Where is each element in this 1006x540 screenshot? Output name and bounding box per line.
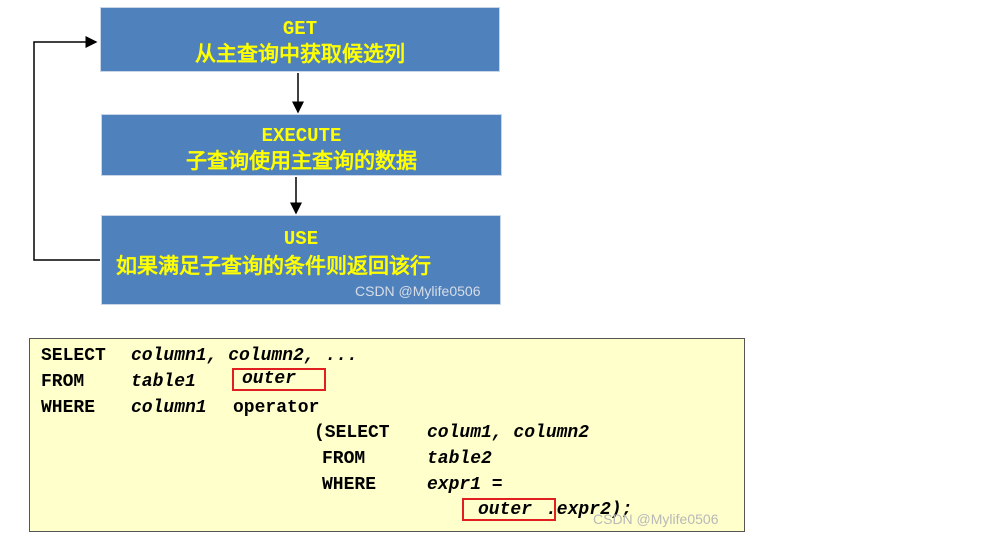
code-subwhere-kw: WHERE	[322, 475, 377, 495]
code-subselect-cols-text: colum1, column2	[427, 423, 590, 443]
watermark-bottom: CSDN @Mylife0506	[593, 511, 719, 527]
code-outer-ref: outer	[478, 500, 532, 520]
step-execute-box: EXECUTE 子查询使用主查询的数据	[101, 114, 502, 176]
code-subwhere-expr-text: expr1 =	[427, 475, 503, 495]
code-select-cols-text: column1, column2, ...	[131, 346, 358, 366]
code-from-table: table1	[131, 372, 196, 392]
code-subselect-kw: (SELECT	[314, 423, 390, 443]
code-outer-alias: outer	[242, 369, 296, 389]
code-subselect-cols: colum1, column2	[427, 423, 589, 443]
code-where-col: column1	[131, 398, 207, 418]
code-subfrom-table-text: table2	[427, 449, 492, 469]
code-from-kw: FROM	[41, 372, 85, 392]
code-subfrom-table: table2	[427, 449, 492, 469]
code-subwhere-expr: expr1 =	[427, 475, 503, 495]
code-select-kw: SELECT	[41, 346, 106, 366]
code-where-col-text: column1	[131, 398, 207, 418]
code-where-kw: WHERE	[41, 398, 96, 418]
step-get-keyword: GET	[282, 18, 318, 40]
step-get-box: GET 从主查询中获取候选列	[100, 7, 500, 72]
watermark-top: CSDN @Mylife0506	[355, 283, 481, 299]
code-outer-ref-text: outer	[478, 500, 533, 520]
code-from-table-text: table1	[131, 372, 196, 392]
code-outer-alias-text: outer	[242, 369, 297, 389]
arrow-loop-back	[33, 36, 100, 261]
code-subfrom-kw: FROM	[322, 449, 366, 469]
step-execute-keyword: EXECUTE	[261, 125, 342, 147]
step-get-text: 从主查询中获取候选列	[195, 41, 405, 66]
code-where-operator: operator	[233, 398, 320, 418]
step-execute-text: 子查询使用主查询的数据	[186, 148, 417, 173]
step-use-text: 如果满足子查询的条件则返回该行	[116, 253, 431, 278]
step-use-keyword: USE	[283, 228, 319, 250]
code-select-cols: column1, column2, ...	[131, 346, 358, 366]
